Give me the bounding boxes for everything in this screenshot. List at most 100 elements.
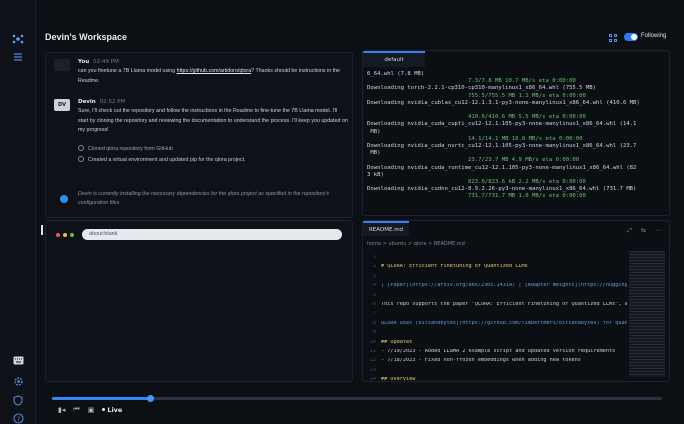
scrubber-handle[interactable] [146, 395, 154, 402]
step-back-icon[interactable]: ▮◂ [58, 406, 65, 414]
line-text: # QLoRA: Efficient Finetuning of Quantiz… [381, 264, 528, 270]
code-line: 11 - 7/19/2023 - Added LLaMA 2 example sc… [367, 349, 627, 358]
line-number: 2 [372, 264, 376, 270]
playback-progress [52, 397, 150, 400]
expand-icon[interactable]: ⤢ [627, 227, 632, 235]
window-controls [56, 233, 74, 237]
playback-scrubber[interactable] [52, 395, 662, 402]
user-message-text: can you finetune a 7B Llama model using … [78, 68, 340, 84]
agent-avatar: DV [54, 99, 70, 111]
terminal-line: 823.6/823.6 kB 2.2 MB/s eta 0:00:00 [367, 179, 586, 186]
terminal-line: 23.7/23.7 MB 4.9 MB/s eta 0:00:00 [367, 157, 580, 164]
agent-name: Devin [78, 99, 96, 105]
help-icon[interactable]: ? [11, 411, 25, 424]
line-text: ## Overview [381, 377, 416, 382]
line-number: 1 [372, 255, 376, 260]
terminal-line: 3 kB) [367, 171, 384, 178]
working-indicator-icon [60, 195, 68, 203]
code-line: 12 - 7/18/2023 - Fixed non-frozen embeddi… [367, 358, 627, 367]
line-number: 5 [372, 292, 376, 298]
terminal-panel: default 6_64.whl (7.8 MB) 7.3/7.8 MB 10.… [362, 50, 670, 216]
settings-gear-icon[interactable] [11, 374, 25, 388]
minimap[interactable] [629, 251, 665, 377]
line-text: This repo supports the paper "QLoRA: Eff… [381, 301, 627, 307]
follow-toggle[interactable] [624, 33, 638, 41]
check-circle-icon [78, 156, 84, 162]
terminal-line: 410.6/410.6 MB 5.5 MB/s eta 0:00:00 [367, 114, 586, 121]
layout-grid-icon[interactable] [609, 34, 617, 42]
browser-panel: about:blank [41, 220, 353, 382]
step-item[interactable]: Created a virtual environment and update… [78, 156, 246, 163]
terminal-line: MB) [367, 150, 381, 157]
code-line: 4 | [Paper](https://arxiv.org/abs/2305.14… [367, 283, 627, 292]
terminal-line: Downloading nvidia_cuda_cupti_cu12-12.1.… [367, 121, 637, 128]
skip-start-icon[interactable]: ⏮ [73, 405, 79, 414]
menu-icon[interactable] [11, 50, 25, 64]
line-text: | [Paper](https://arxiv.org/abs/2305.143… [381, 283, 627, 289]
agent-name-line: Devin 02:52 PM [78, 99, 125, 105]
line-number: 8 [372, 320, 376, 326]
live-button[interactable]: Live [102, 406, 122, 414]
agent-status-text: Devin is currently installing the necess… [78, 191, 329, 206]
code-line: 13 [367, 368, 627, 377]
line-text: ## Updates [381, 339, 413, 345]
left-rail: ? [0, 0, 36, 424]
editor-tab[interactable]: README.md [363, 221, 409, 236]
top-bar: Devin's Workspace Following [36, 22, 684, 52]
svg-text:?: ? [16, 416, 19, 423]
keyboard-icon[interactable] [11, 353, 25, 367]
line-number: 4 [372, 283, 376, 289]
line-number: 13 [369, 367, 376, 373]
line-text: - 7/18/2023 - Fixed non-frozen embedding… [381, 358, 581, 364]
user-time: 02:49 PM [93, 59, 119, 65]
agent-message-text: Sure, I'll check out the repository and … [78, 108, 348, 133]
playback-controls: ▮◂ ⏮ ▣ Live [58, 405, 122, 414]
line-number: 9 [372, 330, 376, 336]
editor-panel: README.md ⤢ ⇆ ⋯ home > ubuntu > qlora > … [362, 220, 670, 382]
screen-icon[interactable]: ▣ [88, 406, 95, 414]
terminal-line: MB) [367, 128, 381, 135]
code-line: 5 [367, 293, 627, 302]
line-number: 11 [369, 348, 376, 354]
line-number: 10 [369, 339, 376, 345]
more-icon[interactable]: ⋯ [655, 227, 661, 235]
agent-time: 02:52 PM [99, 99, 126, 105]
close-dot-icon[interactable] [56, 233, 60, 237]
code-line: 10 ## Updates [367, 340, 627, 349]
line-text: QLoRA uses [bitsandbytes](https://github… [381, 320, 627, 326]
user-name-line: You 02:49 PM [78, 59, 119, 65]
line-number: 6 [372, 301, 376, 307]
browser-url-bar[interactable]: about:blank [82, 229, 342, 240]
terminal-line: Downloading nvidia_cuda_nvrtc_cu12-12.1.… [367, 143, 637, 150]
terminal-line: 7.3/7.8 MB 10.7 MB/s eta 0:00:00 [367, 78, 576, 85]
chat-panel: You 02:49 PM can you finetune a 7B Llama … [45, 52, 353, 218]
terminal-line: Downloading torch-2.2.1-cp310-cp310-many… [367, 85, 597, 92]
editor-code: 1 2 # QLoRA: Efficient Finetuning of Quant… [367, 255, 627, 382]
line-text: - 7/19/2023 - Added LLaMA 2 example scri… [381, 348, 616, 354]
user-name: You [78, 59, 90, 65]
editor-actions: ⤢ ⇆ ⋯ [627, 227, 661, 235]
terminal-output: 6_64.whl (7.8 MB) 7.3/7.8 MB 10.7 MB/s e… [367, 71, 667, 201]
code-line: 3 [367, 274, 627, 283]
code-line: 1 [367, 255, 627, 264]
step-item[interactable]: Cloned qlora repository from GitHub [78, 145, 173, 152]
code-line: 14 ## Overview [367, 377, 627, 382]
maximize-dot-icon[interactable] [70, 233, 74, 237]
code-line: 8 QLoRA uses [bitsandbytes](https://githu… [367, 321, 627, 330]
resize-handle[interactable] [41, 225, 43, 235]
minimize-dot-icon[interactable] [63, 233, 67, 237]
split-icon[interactable]: ⇆ [641, 227, 646, 235]
code-line: 6 This repo supports the paper "QLoRA: Ef… [367, 302, 627, 311]
user-avatar [54, 59, 70, 71]
terminal-line: Downloading nvidia_cublas_cu12-12.1.3.1-… [367, 99, 640, 106]
shield-icon[interactable] [11, 393, 25, 407]
workspace-title: Devin's Workspace [45, 32, 128, 42]
line-number: 14 [369, 377, 376, 382]
terminal-line: 6_64.whl (7.8 MB) [367, 71, 425, 77]
logo-icon [11, 32, 25, 46]
repo-link[interactable]: https://github.com/artidoro/qlora [177, 68, 252, 74]
code-line: 9 [367, 330, 627, 339]
terminal-tab[interactable]: default [363, 51, 425, 67]
terminal-line: 14.1/14.1 MB 10.0 MB/s eta 0:00:00 [367, 135, 583, 142]
